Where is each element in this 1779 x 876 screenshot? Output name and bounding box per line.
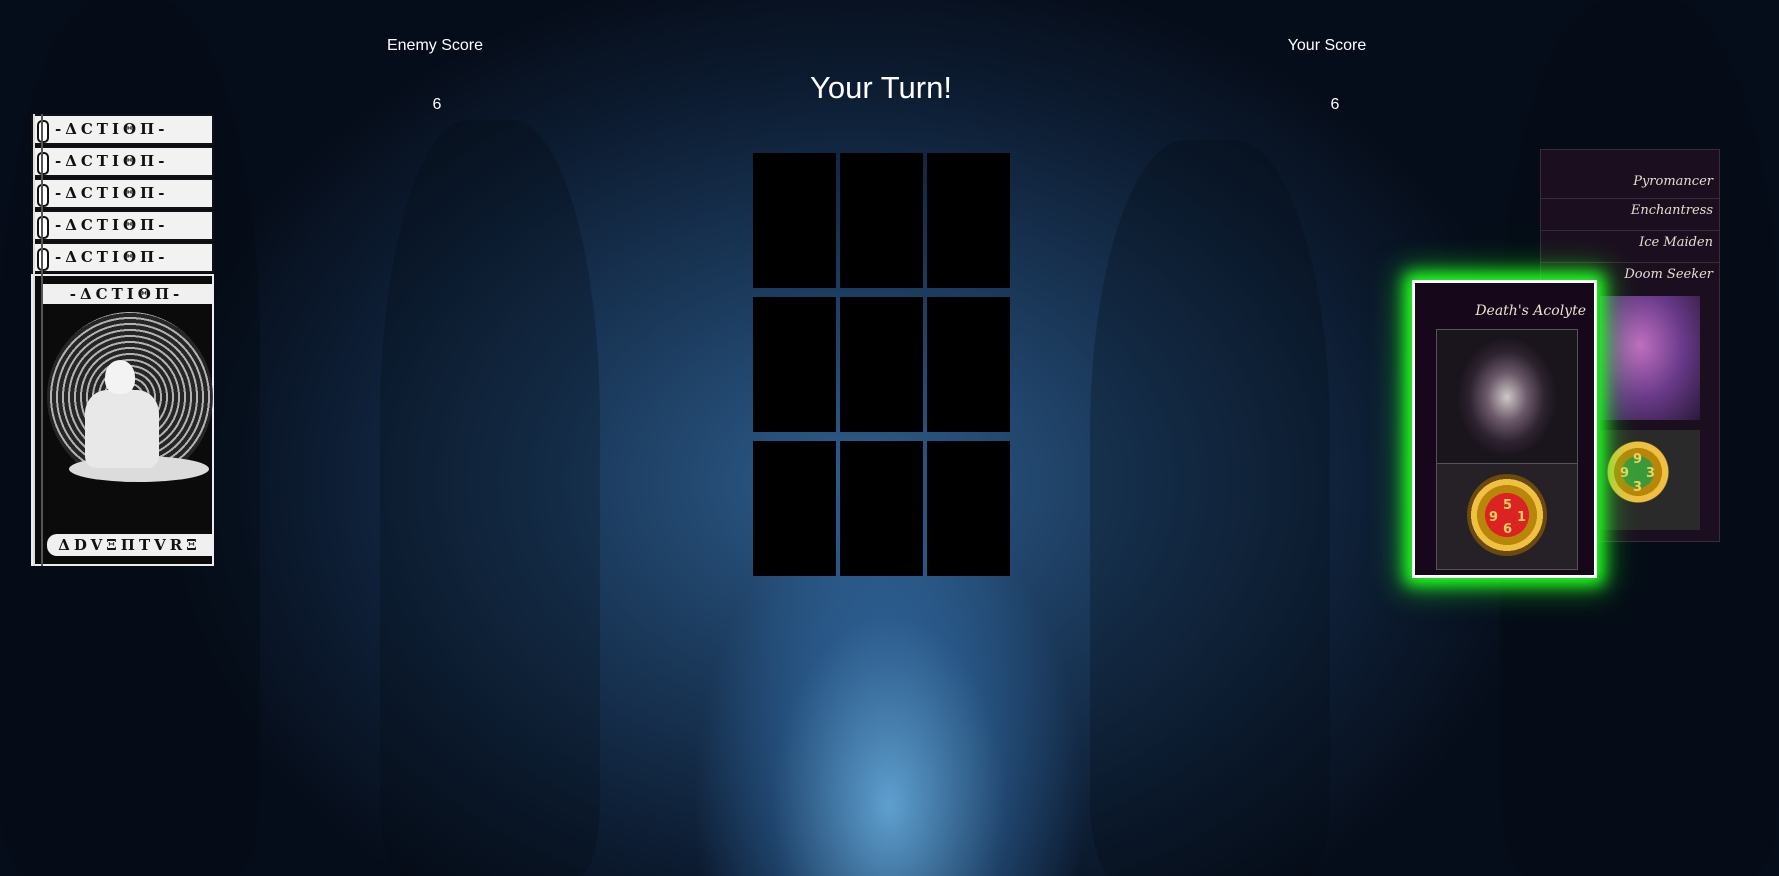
enemy-top-card: -ΔCTIΘΠ- ΔDVΞΠTVRΞ: [31, 274, 214, 566]
board-slot[interactable]: [753, 297, 836, 432]
tree-silhouette: [1090, 140, 1330, 876]
card-portrait: [1436, 329, 1578, 465]
enemy-card-back: -ΔCTIΘΠ-: [31, 114, 214, 145]
card-value-left: 9: [1620, 466, 1630, 481]
enemy-card-back: -ΔCTIΘΠ-: [31, 146, 214, 177]
enemy-card-back: -ΔCTIΘΠ-: [31, 210, 214, 241]
card-name: Death's Acolyte: [1475, 303, 1586, 319]
board-slot[interactable]: [840, 153, 923, 288]
enemy-card-back: -ΔCTIΘΠ-: [31, 242, 214, 273]
card-value-bottom: 3: [1633, 480, 1643, 495]
card-bottom-banner: ΔDVΞΠTVRΞ: [47, 534, 212, 556]
turn-banner: Your Turn!: [810, 70, 952, 105]
card-value-right: 1: [1517, 510, 1527, 525]
board-slot[interactable]: [840, 441, 923, 576]
board-slot[interactable]: [753, 153, 836, 288]
skull-icon: [105, 360, 135, 394]
player-score-value: 6: [1330, 96, 1340, 113]
game-board: [753, 153, 1010, 577]
deck-spine: [33, 114, 43, 566]
board-slot[interactable]: [927, 153, 1010, 288]
value-medal-icon: [1607, 422, 1669, 522]
enemy-score-value: 6: [432, 96, 442, 113]
card-medal-panel: 5 9 1 6: [1436, 463, 1578, 570]
board-slot[interactable]: [753, 441, 836, 576]
board-slot[interactable]: [927, 297, 1010, 432]
card-portrait: [1600, 296, 1700, 420]
selected-hand-card[interactable]: Death's Acolyte 5 9 1 6: [1412, 280, 1597, 578]
enemy-score-label: Enemy Score: [386, 37, 484, 54]
card-value-top: 9: [1633, 452, 1643, 467]
card-top-banner: -ΔCTIΘΠ-: [41, 284, 212, 304]
board-slot[interactable]: [840, 297, 923, 432]
enemy-deck: -ΔCTIΘΠ- -ΔCTIΘΠ- -ΔCTIΘΠ- -ΔCTIΘΠ- -ΔCT…: [31, 114, 214, 566]
card-value-right: 3: [1646, 466, 1656, 481]
skeleton-art: [85, 390, 159, 468]
enemy-card-back: -ΔCTIΘΠ-: [31, 178, 214, 209]
player-score-label: Your Score: [1287, 37, 1367, 54]
card-name: Enchantress: [1630, 203, 1713, 218]
card-value-bottom: 6: [1503, 522, 1513, 537]
card-value-top: 5: [1503, 498, 1513, 513]
card-name: Ice Maiden: [1639, 235, 1713, 250]
card-value-left: 9: [1489, 510, 1499, 525]
value-medal-icon: [1467, 474, 1547, 556]
board-slot[interactable]: [927, 441, 1010, 576]
tree-silhouette: [380, 120, 600, 876]
card-name: Pyromancer: [1633, 174, 1713, 189]
